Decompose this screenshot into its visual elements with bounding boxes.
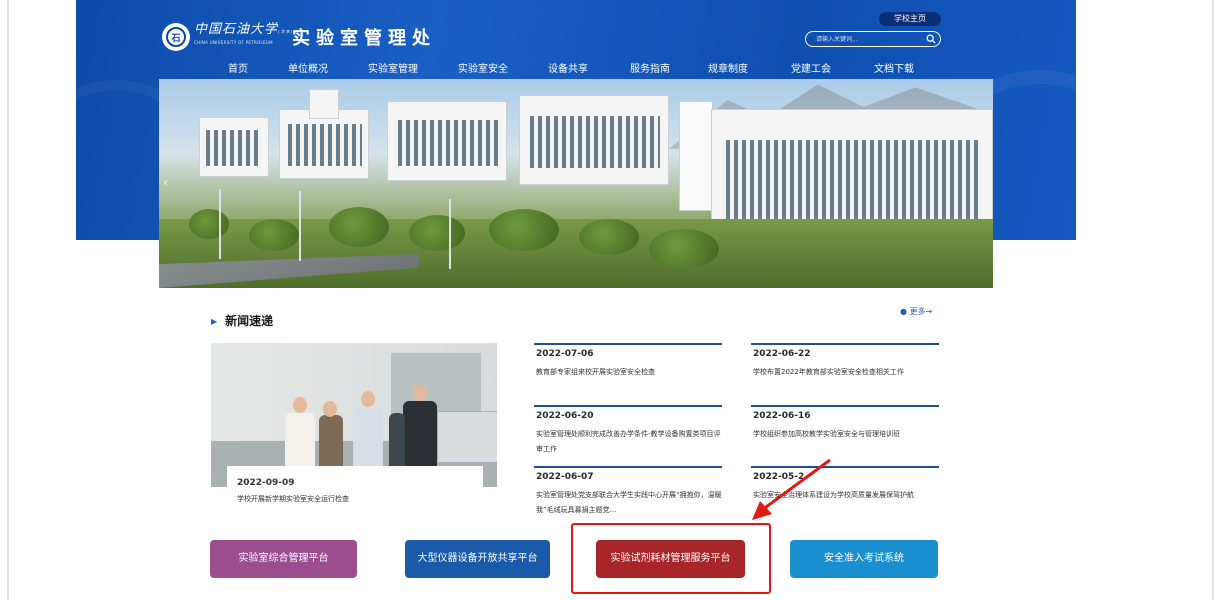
safety-exam-system-button[interactable]: 安全准入考试系统: [790, 540, 938, 578]
search-input[interactable]: [814, 33, 918, 47]
search-icon[interactable]: [926, 34, 936, 44]
news-item[interactable]: 2022-07-06 教育部专家组来校开展实验室安全检查: [534, 343, 722, 403]
news-item[interactable]: 2022-06-16 学校组织参加高校教学实验室安全与管理培训班: [751, 405, 939, 465]
campus-banner-image[interactable]: ‹: [159, 79, 993, 288]
university-name[interactable]: 中国石油大学(华东) CHINA UNIVERSITY OF PETROLEUM: [194, 22, 293, 45]
main-nav: 首页 单位概况 实验室管理 实验室安全 设备共享 服务指南 规章制度 党建工会 …: [228, 60, 934, 75]
university-logo-icon[interactable]: 石: [162, 23, 190, 51]
news-item[interactable]: 2022-06-22 学校布置2022年教育部实验室安全检查相关工作: [751, 343, 939, 403]
nav-regulations[interactable]: 规章制度: [708, 60, 791, 75]
department-title: 实验室管理处: [292, 28, 436, 49]
news-item[interactable]: 2022-06-07 实验室管理处党支部联合大学生实践中心开展“拥抱你，温暖我”…: [534, 466, 722, 526]
nav-lab-management[interactable]: 实验室管理: [368, 60, 458, 75]
featured-news-date: 2022-09-09: [237, 478, 295, 488]
nav-lab-safety[interactable]: 实验室安全: [458, 60, 548, 75]
search-box[interactable]: [805, 31, 941, 47]
nav-service-guide[interactable]: 服务指南: [630, 60, 708, 75]
nav-about[interactable]: 单位概况: [288, 60, 368, 75]
triangle-icon: ▶: [211, 317, 218, 326]
nav-downloads[interactable]: 文档下载: [874, 60, 934, 75]
banner-prev-icon[interactable]: ‹: [163, 175, 169, 191]
nav-home[interactable]: 首页: [228, 60, 288, 75]
featured-news-caption[interactable]: 2022-09-09 学校开展新学期实验室安全运行检查: [227, 466, 483, 518]
school-home-link[interactable]: 学校主页: [879, 12, 941, 26]
news-item[interactable]: 2022-06-20 实验室管理处顺利完成改善办学条件-教学设备购置类项目评审工…: [534, 405, 722, 465]
nav-equipment-sharing[interactable]: 设备共享: [548, 60, 630, 75]
lab-management-platform-button[interactable]: 实验室综合管理平台: [210, 540, 357, 578]
sphere-icon: ●: [900, 307, 907, 316]
highlight-annotation: [571, 523, 771, 594]
equipment-sharing-platform-button[interactable]: 大型仪器设备开放共享平台: [405, 540, 550, 578]
news-item[interactable]: 2022-05-2 实验室安全治理体系建设为学校高质量发展保驾护航: [751, 466, 939, 526]
nav-party-union[interactable]: 党建工会: [791, 60, 874, 75]
featured-news-title[interactable]: 学校开展新学期实验室安全运行检查: [237, 494, 349, 504]
news-section-title: ▶ 新闻速递: [211, 314, 274, 328]
more-news-link[interactable]: ● 更多→: [900, 306, 932, 317]
